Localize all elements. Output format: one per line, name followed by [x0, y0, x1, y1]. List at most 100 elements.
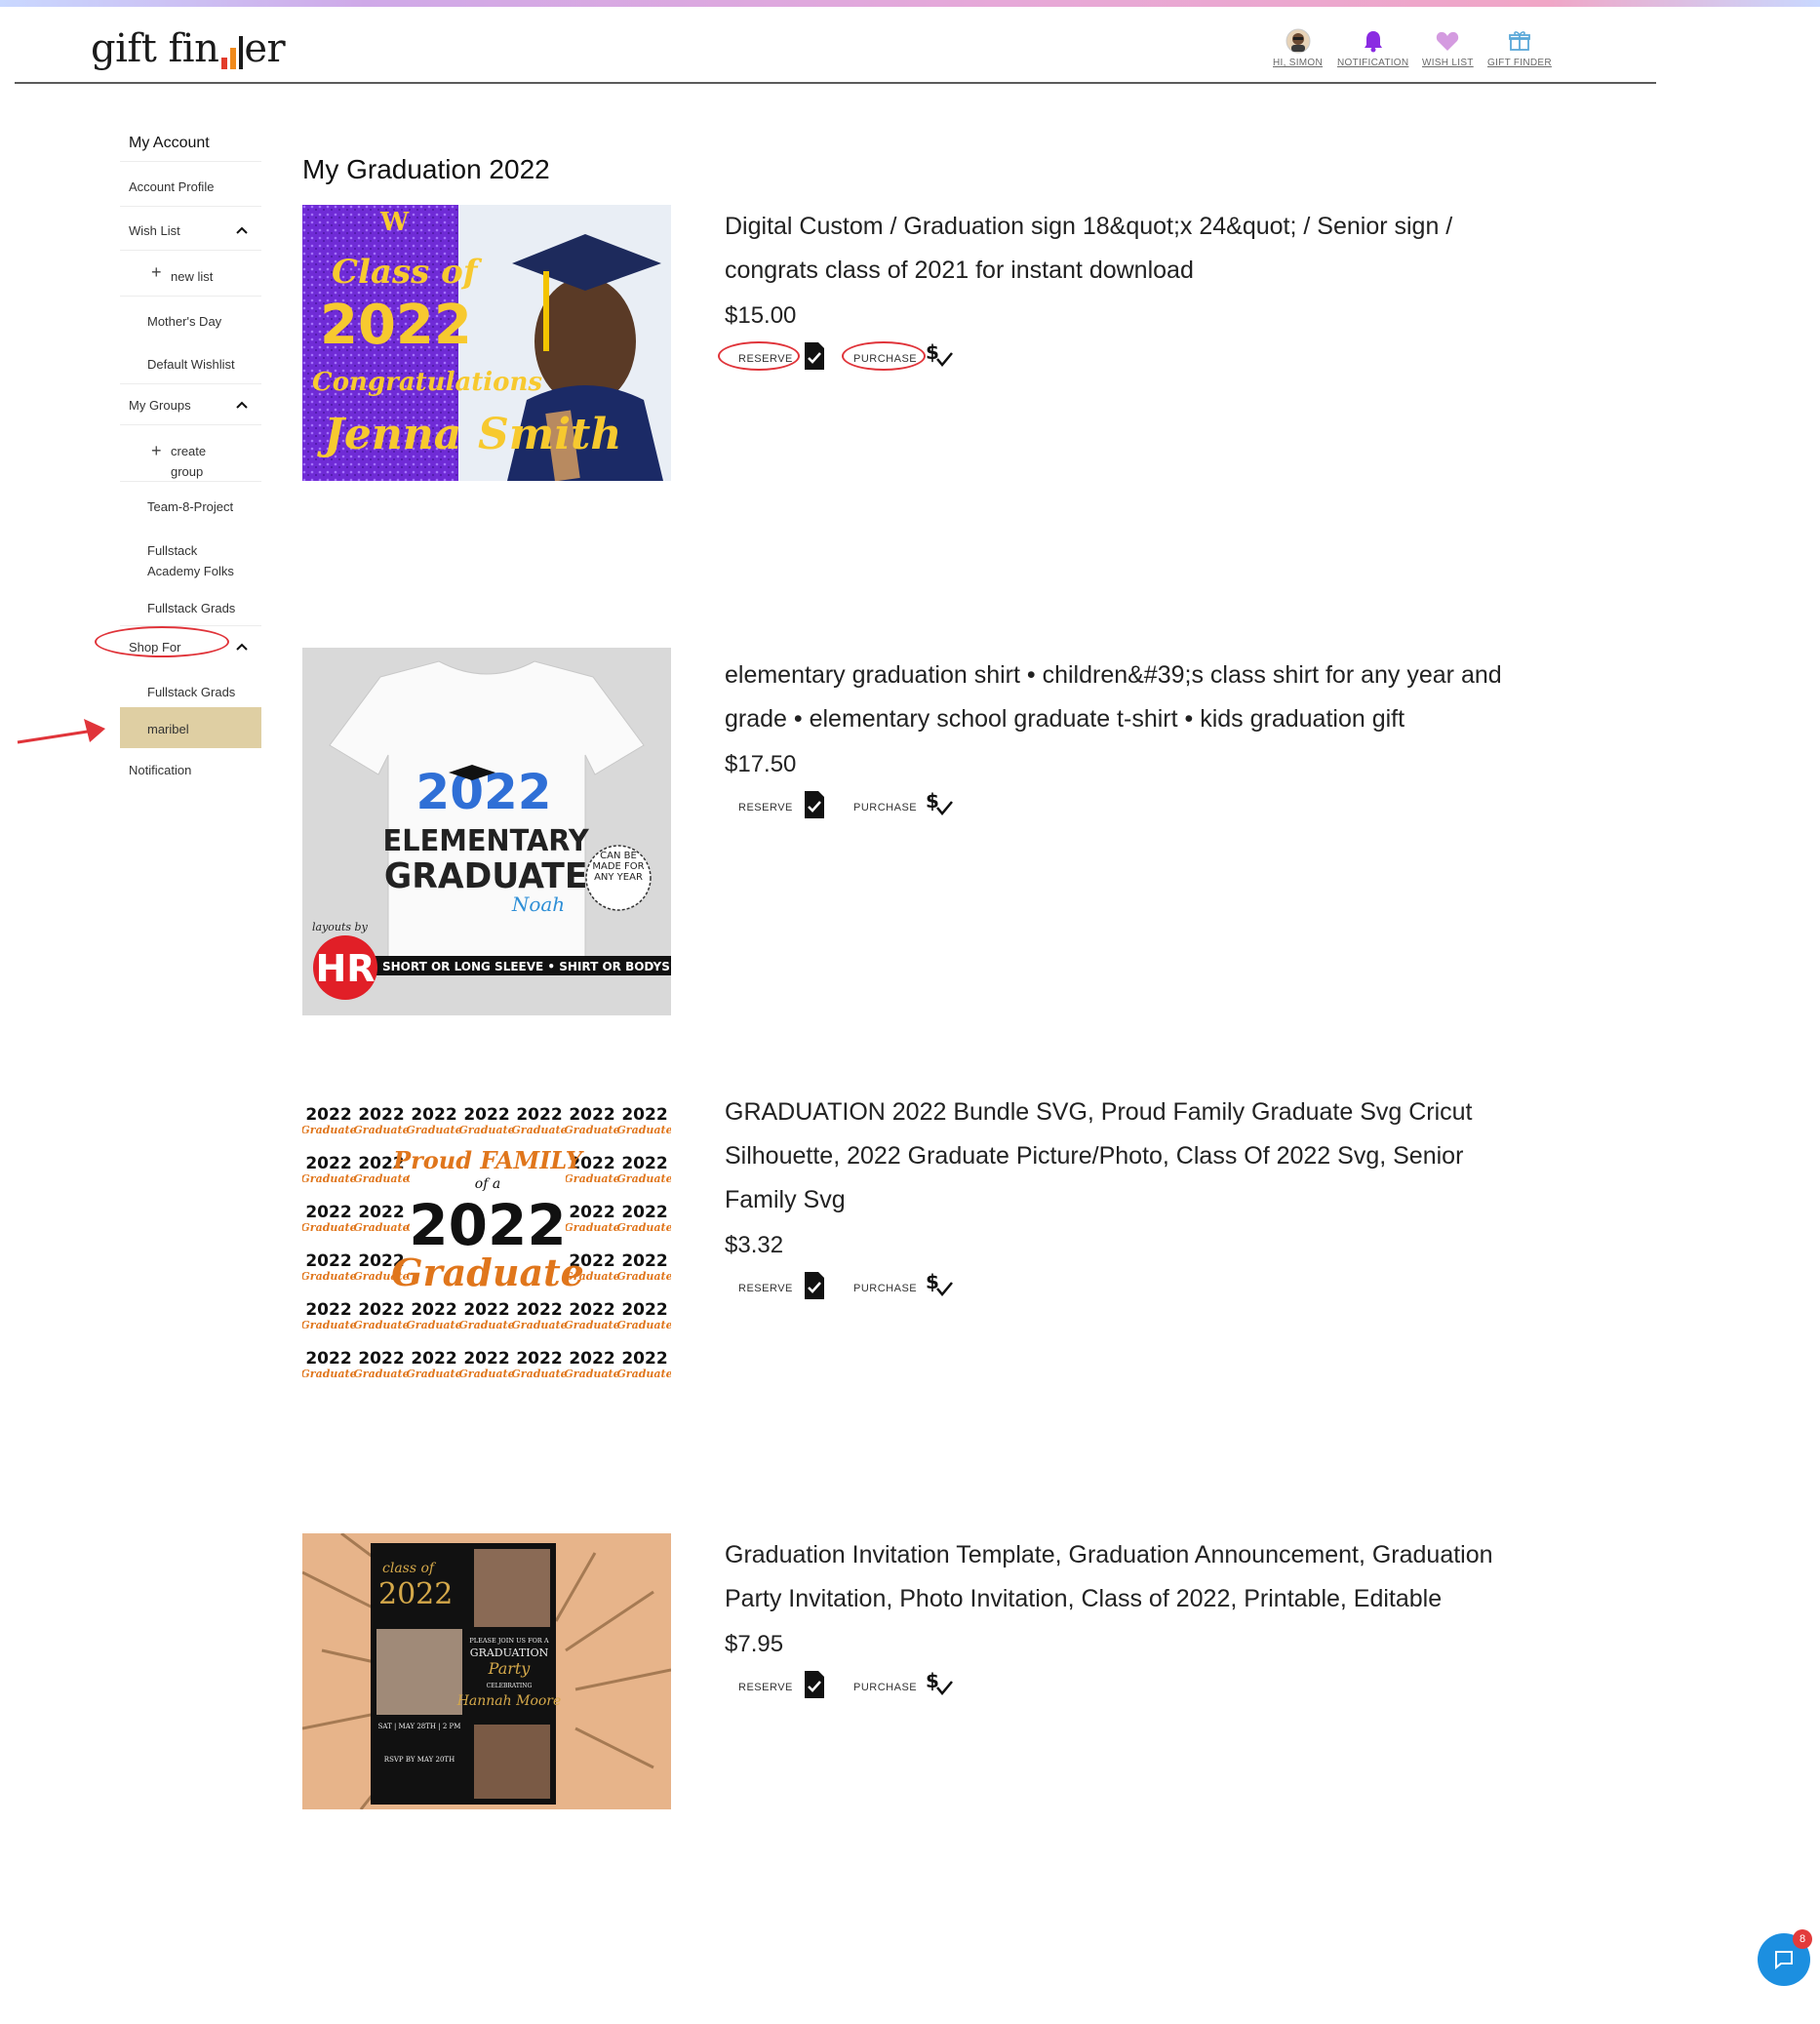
image-text: of a — [475, 1176, 500, 1192]
tile-text: Graduate — [302, 1221, 357, 1234]
tile-text: Graduate — [302, 1368, 357, 1380]
tile-text: 2022 — [463, 1300, 509, 1320]
reserve-document-icon[interactable] — [803, 341, 826, 376]
tile-text: 2022 — [621, 1251, 667, 1271]
tile-text: 2022 — [569, 1105, 614, 1125]
purchase-dollar-icon[interactable]: $ — [926, 339, 955, 376]
tile-text: 2022 — [621, 1349, 667, 1369]
purchase-dollar-icon[interactable]: $ — [926, 1269, 955, 1305]
product-title[interactable]: Digital Custom / Graduation sign 18&quot… — [725, 205, 1524, 293]
logo[interactable]: gift fin er — [91, 26, 286, 71]
tile-text: 2022 — [305, 1349, 351, 1369]
product-price: $15.00 — [725, 302, 797, 329]
image-text: Class of — [332, 253, 483, 292]
sidebar-title: My Account — [120, 123, 261, 162]
tile-text: 2022 — [516, 1300, 562, 1320]
product-image[interactable]: W Class of 2022 Congratulations Jenna Sm… — [302, 205, 671, 481]
reserve-document-icon[interactable] — [803, 1670, 826, 1704]
tile-text: Graduate — [616, 1270, 671, 1283]
tile-text: Graduate — [616, 1319, 671, 1331]
sidebar-item-account-profile[interactable]: Account Profile — [120, 166, 261, 207]
product-image[interactable]: 2022 ELEMENTARY GRADUATE Noah CAN BE MAD… — [302, 648, 671, 1015]
chevron-up-icon[interactable] — [236, 640, 248, 655]
image-text: Graduate — [391, 1250, 584, 1294]
tile-text: Graduate — [302, 1172, 357, 1185]
reserve-document-icon[interactable] — [803, 1271, 826, 1305]
nav-giftfinder[interactable]: GIFT FINDER — [1487, 26, 1552, 68]
nav-notification[interactable]: NOTIFICATION — [1337, 26, 1408, 68]
sidebar-item-my-groups[interactable]: My Groups — [120, 386, 261, 425]
purchase-button[interactable]: PURCHASE — [853, 1283, 917, 1294]
sidebar-item-maribel[interactable]: maribel — [120, 707, 261, 748]
reserve-button[interactable]: RESERVE — [738, 1682, 793, 1693]
tile-text: Graduate — [353, 1319, 409, 1331]
sidebar-item-create-group[interactable]: + create group — [120, 427, 261, 482]
tile-text: 2022 — [621, 1300, 667, 1320]
product-image[interactable]: class of 2022 PLEASE JOIN US FOR A GRADU… — [302, 1533, 671, 1809]
tile-text: Graduate — [616, 1172, 671, 1185]
sidebar-item-fullstack-grads[interactable]: Fullstack Grads — [120, 587, 261, 626]
product-price: $3.32 — [725, 1232, 784, 1258]
tile-text: 2022 — [463, 1105, 509, 1125]
chevron-up-icon[interactable] — [236, 223, 248, 238]
chevron-up-icon[interactable] — [236, 398, 248, 413]
tile-text: 2022 — [305, 1203, 351, 1222]
product-title[interactable]: GRADUATION 2022 Bundle SVG, Proud Family… — [725, 1091, 1524, 1222]
product-title[interactable]: Graduation Invitation Template, Graduati… — [725, 1533, 1524, 1621]
sidebar-item-label: group — [171, 464, 204, 479]
chat-bubble-icon — [1775, 1951, 1793, 1970]
image-text: Jenna — [317, 410, 461, 459]
tile-text: 2022 — [621, 1154, 667, 1173]
chat-button[interactable]: 8 — [1758, 1929, 1812, 1986]
reserve-document-icon[interactable] — [803, 790, 826, 824]
sidebar-item-team-project[interactable]: Team-8-Project — [120, 486, 261, 527]
sidebar-item-wish-list[interactable]: Wish List — [120, 210, 261, 251]
tile-text: 2022 — [411, 1349, 456, 1369]
image-text: 2022 — [409, 1192, 566, 1258]
tile-text: Graduate — [302, 1319, 357, 1331]
product-price: $7.95 — [725, 1631, 784, 1657]
tile-text: 2022 — [305, 1251, 351, 1271]
sidebar-item-new-list[interactable]: + new list — [120, 254, 261, 297]
tile-text: Graduate — [616, 1368, 671, 1380]
image-text: Hannah Moore — [456, 1693, 562, 1709]
nav-wishlist[interactable]: WISH LIST — [1422, 26, 1474, 68]
image-text: GRADUATION — [470, 1647, 549, 1659]
sidebar-item-default-wishlist[interactable]: Default Wishlist — [120, 343, 261, 384]
gift-icon — [1508, 26, 1531, 56]
nav-profile[interactable]: HI, SIMON — [1273, 26, 1323, 68]
sidebar-item-mothers-day[interactable]: Mother's Day — [120, 300, 261, 341]
plus-icon: + — [151, 441, 162, 460]
purchase-button[interactable]: PURCHASE — [853, 802, 917, 814]
product-price: $17.50 — [725, 751, 797, 777]
purchase-dollar-icon[interactable]: $ — [926, 788, 955, 824]
tile-text: 2022 — [463, 1349, 509, 1369]
page-title: My Graduation 2022 — [302, 154, 550, 184]
image-text: 2022 — [320, 294, 472, 357]
product-info: GRADUATION 2022 Bundle SVG, Proud Family… — [725, 1091, 1524, 1308]
image-text: CELEBRATING — [487, 1683, 533, 1689]
image-text: Smith — [478, 410, 621, 459]
purchase-button[interactable]: PURCHASE — [853, 1682, 917, 1693]
tile-text: 2022 — [305, 1154, 351, 1173]
tile-text: Graduate — [353, 1124, 409, 1136]
heart-icon — [1436, 26, 1459, 56]
purchase-dollar-icon[interactable]: $ — [926, 1668, 955, 1704]
tile-text: Graduate — [511, 1124, 567, 1136]
reserve-button[interactable]: RESERVE — [738, 802, 793, 814]
image-text: Noah — [511, 893, 565, 916]
bell-icon — [1363, 26, 1384, 56]
logo-text-end: er — [244, 26, 286, 71]
sidebar-item-label: create — [171, 444, 207, 458]
reserve-button[interactable]: RESERVE — [738, 1283, 793, 1294]
sidebar-item-shop-fullstack-grads[interactable]: Fullstack Grads — [120, 671, 261, 710]
sidebar-item-notification[interactable]: Notification — [120, 751, 261, 786]
tile-text: 2022 — [411, 1105, 456, 1125]
tile-text: Graduate — [458, 1319, 514, 1331]
tile-text: Graduate — [406, 1368, 461, 1380]
product-title[interactable]: elementary graduation shirt • children&#… — [725, 654, 1524, 741]
tile-text: Graduate — [564, 1124, 619, 1136]
product-image[interactable]: 2022 Graduate 2022 Graduate 2022 Graduate 2022… — [302, 1091, 671, 1383]
sidebar-item-fullstack-folks[interactable]: Fullstack Academy Folks — [120, 529, 261, 583]
tile-text: 2022 — [569, 1203, 614, 1222]
